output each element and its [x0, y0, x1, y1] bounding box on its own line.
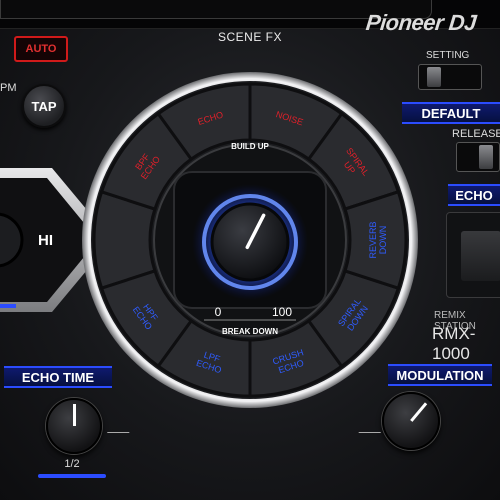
break-down-label: BREAK DOWN — [222, 327, 278, 336]
range-max-label: 100 — [272, 305, 292, 319]
release-switch-knob — [479, 145, 493, 169]
build-up-label: BUILD UP — [231, 142, 269, 151]
range-min-label: 0 — [215, 305, 222, 319]
setting-label: SETTING — [426, 50, 470, 61]
setting-switch-knob — [427, 67, 441, 87]
echo-time-label: ECHO TIME — [4, 366, 112, 388]
model-label: RMX-1000 — [432, 324, 476, 363]
setting-switch[interactable] — [418, 64, 482, 90]
default-label: DEFAULT — [402, 102, 500, 124]
modulation-knob[interactable] — [382, 392, 440, 450]
echo-label: ECHO — [448, 184, 500, 206]
release-switch[interactable] — [456, 142, 500, 172]
remix-station-fader[interactable] — [446, 212, 500, 298]
fx-pad-label-bottom-4: REVERBDOWN — [368, 221, 388, 258]
fader-handle — [461, 231, 500, 281]
release-label: RELEASE — [452, 128, 500, 140]
echo-time-value: 1/2 — [64, 458, 80, 470]
echo-time-knob[interactable] — [46, 398, 102, 454]
modulation-indicator — [409, 402, 427, 422]
modulation-label: MODULATION — [388, 364, 492, 386]
echo-time-indicator — [72, 404, 76, 426]
echo-time-underline — [38, 474, 106, 478]
